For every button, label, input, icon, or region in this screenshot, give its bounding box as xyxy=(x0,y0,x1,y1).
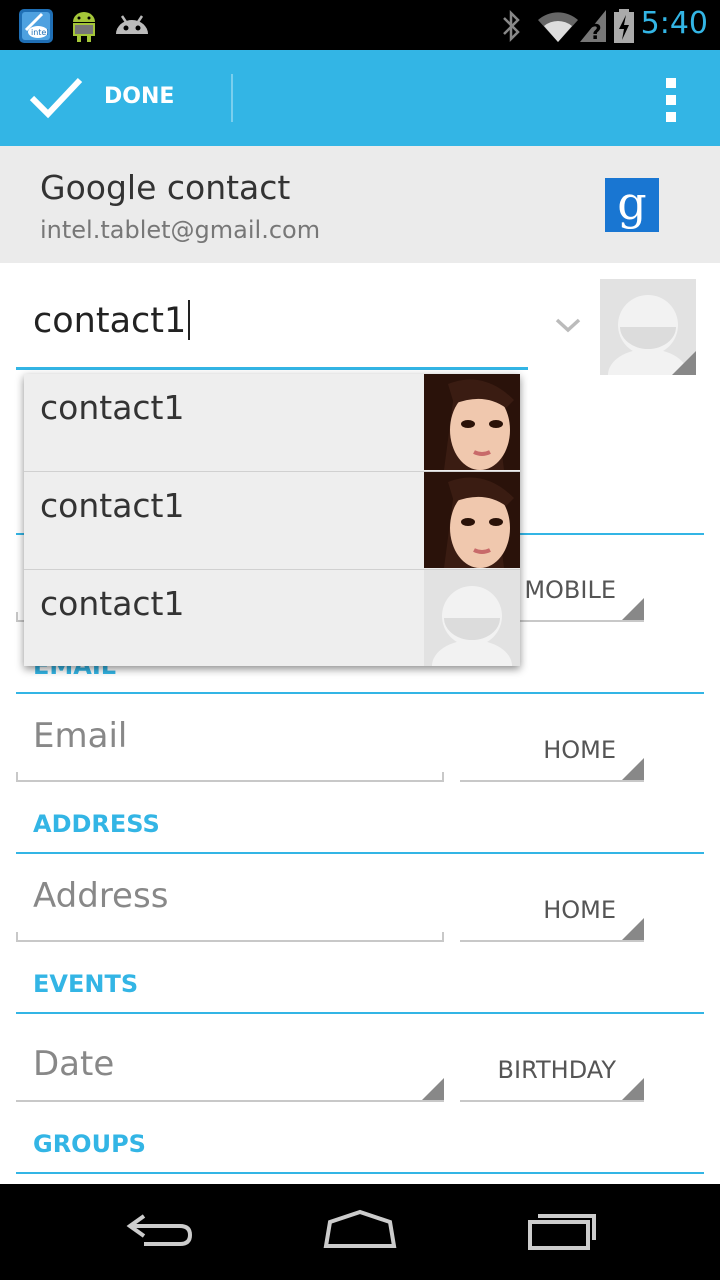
account-email: intel.tablet@gmail.com xyxy=(40,216,321,244)
android-debug-icon xyxy=(66,8,102,48)
email-section-line xyxy=(16,692,704,694)
event-type-spinner[interactable]: BIRTHDAY xyxy=(460,1042,644,1102)
intel-app-icon: intel xyxy=(18,8,54,48)
expand-name-chevron-icon[interactable] xyxy=(554,316,582,340)
google-logo-icon: g xyxy=(605,178,659,232)
email-placeholder: Email xyxy=(33,716,128,756)
signal-icon: ? xyxy=(578,8,608,48)
email-type-label: HOME xyxy=(543,736,616,764)
email-field[interactable]: Email xyxy=(16,716,444,782)
address-section-title: ADDRESS xyxy=(33,810,160,838)
address-type-spinner[interactable]: HOME xyxy=(460,882,644,942)
more-vert-icon[interactable] xyxy=(660,78,684,122)
battery-charging-icon xyxy=(612,8,636,48)
home-icon[interactable] xyxy=(322,1208,398,1256)
spinner-arrow-icon xyxy=(622,1078,644,1100)
done-button[interactable]: DONE xyxy=(0,50,232,146)
name-field[interactable]: contact1 xyxy=(16,286,528,370)
address-field[interactable]: Address xyxy=(16,876,444,942)
default-avatar-icon xyxy=(424,570,520,666)
address-type-label: HOME xyxy=(543,896,616,924)
address-section-line xyxy=(16,852,704,854)
back-icon[interactable] xyxy=(124,1208,196,1256)
bluetooth-icon xyxy=(498,8,524,48)
address-placeholder: Address xyxy=(33,876,169,916)
status-bar: intel ? 5:40 xyxy=(0,0,720,50)
suggestion-item[interactable]: contact1 xyxy=(24,570,520,668)
phone-type-label: MOBILE xyxy=(524,576,616,604)
date-field[interactable]: Date xyxy=(16,1042,444,1102)
text-cursor xyxy=(188,300,191,340)
date-placeholder: Date xyxy=(33,1044,115,1084)
action-bar: DONE xyxy=(0,50,720,146)
suggestion-name: contact1 xyxy=(40,584,185,623)
action-bar-divider xyxy=(231,74,233,122)
photo-corner-indicator xyxy=(672,351,696,375)
events-section-line xyxy=(16,1012,704,1014)
svg-text:intel: intel xyxy=(31,28,49,37)
svg-text:?: ? xyxy=(590,20,602,44)
groups-section-line xyxy=(16,1172,704,1174)
android-icon xyxy=(112,8,152,48)
spinner-arrow-icon xyxy=(622,918,644,940)
navigation-bar xyxy=(0,1184,720,1280)
account-header: Google contact intel.tablet@gmail.com g xyxy=(0,146,720,263)
contact-suggestions-dropdown: contact1 contact1 contact1 xyxy=(24,374,520,666)
woman-photo-icon xyxy=(424,472,520,568)
suggestion-item[interactable]: contact1 xyxy=(24,374,520,472)
woman-photo-icon xyxy=(424,374,520,470)
status-time: 5:40 xyxy=(640,6,708,41)
checkmark-icon xyxy=(28,74,84,126)
groups-section-title: GROUPS xyxy=(33,1130,146,1158)
suggestion-name: contact1 xyxy=(40,388,185,427)
contact-photo-button[interactable] xyxy=(600,279,696,375)
recent-apps-icon[interactable] xyxy=(524,1208,600,1256)
wifi-icon xyxy=(536,8,580,48)
done-label: DONE xyxy=(104,84,175,109)
email-type-spinner[interactable]: HOME xyxy=(460,722,644,782)
event-type-label: BIRTHDAY xyxy=(497,1056,616,1084)
date-picker-arrow-icon xyxy=(422,1078,444,1100)
spinner-arrow-icon xyxy=(622,598,644,620)
events-section-title: EVENTS xyxy=(33,970,139,998)
suggestion-item[interactable]: contact1 xyxy=(24,472,520,570)
spinner-arrow-icon xyxy=(622,758,644,780)
suggestion-name: contact1 xyxy=(40,486,185,525)
account-type: Google contact xyxy=(40,168,291,207)
name-input-value: contact1 xyxy=(33,300,191,341)
